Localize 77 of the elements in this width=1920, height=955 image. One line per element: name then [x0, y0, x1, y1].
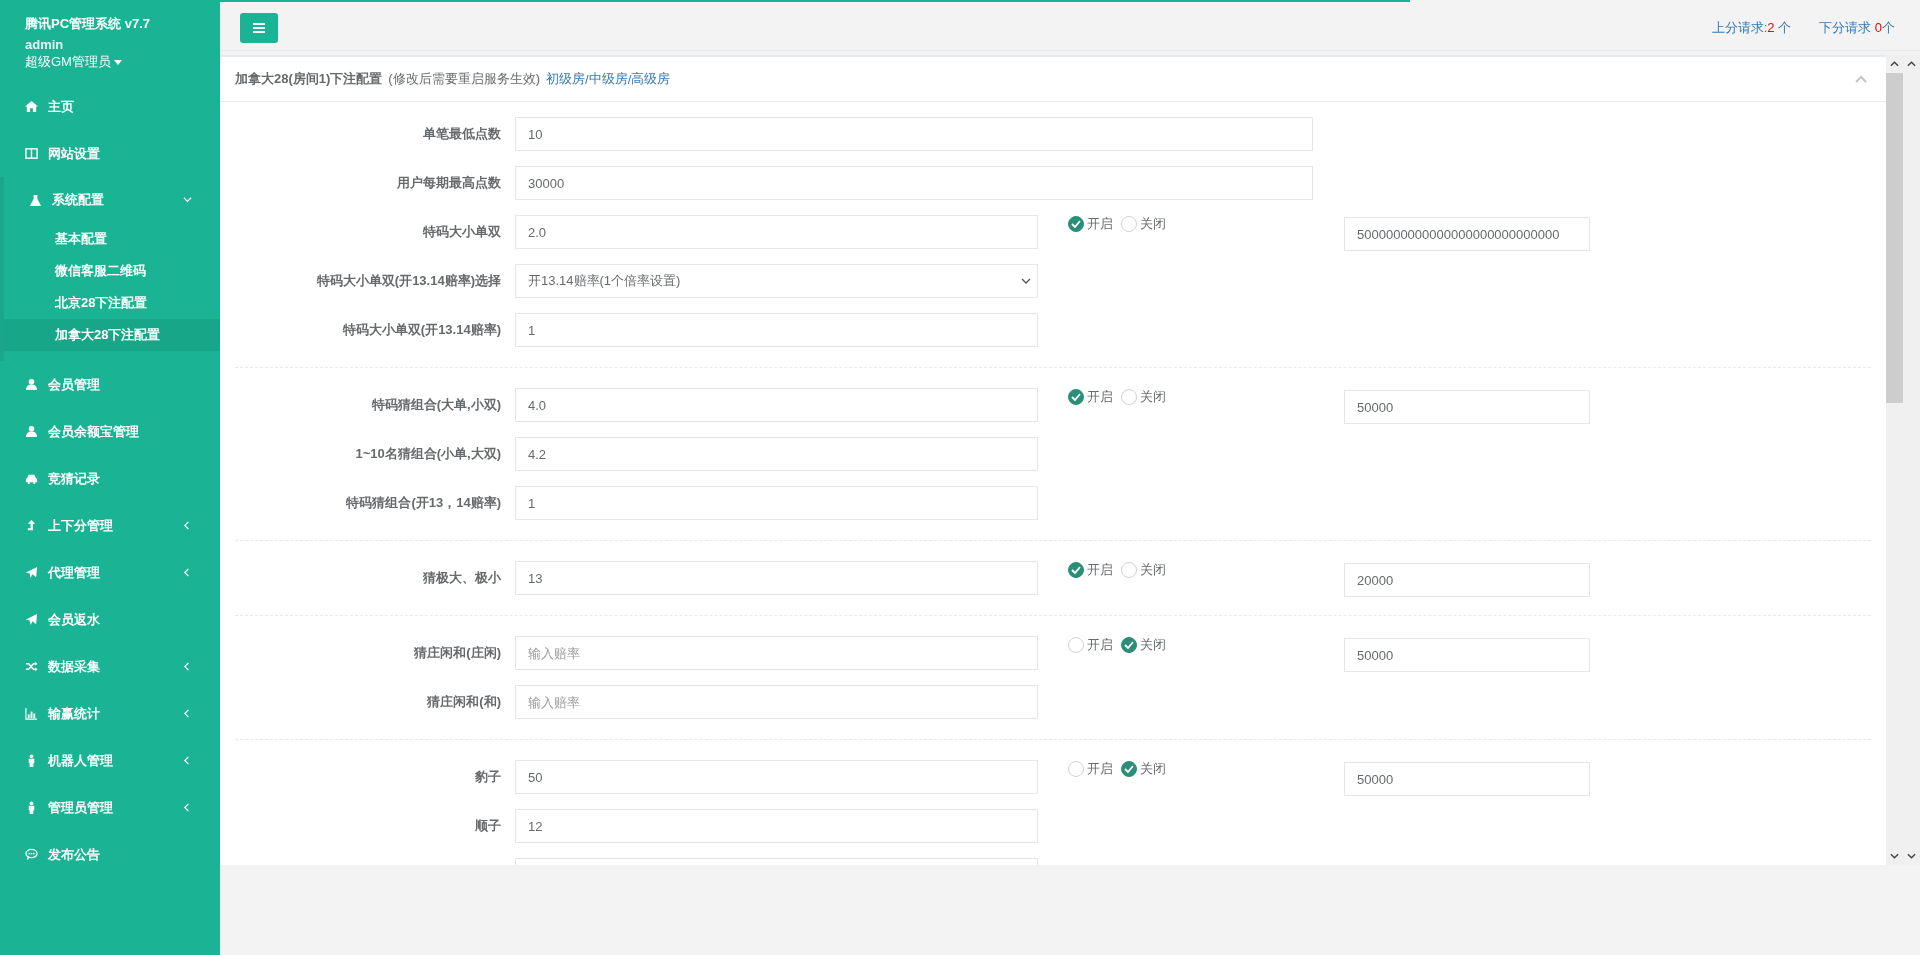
- scrollbar[interactable]: [1903, 55, 1920, 865]
- shuffle-icon: [25, 660, 38, 673]
- link-separator: /: [627, 71, 632, 87]
- input-field[interactable]: 5000000000000000000000000000: [1344, 217, 1590, 251]
- input-field[interactable]: 20000: [1344, 563, 1590, 597]
- home-icon: [25, 100, 38, 113]
- radio-option[interactable]: 开启: [1068, 760, 1113, 778]
- radio-option[interactable]: 关闭: [1121, 636, 1166, 654]
- submenu-item[interactable]: 加拿大28下注配置: [4, 319, 220, 351]
- caret-icon: [113, 59, 122, 65]
- input-field[interactable]: 50000: [1344, 390, 1590, 424]
- input-field[interactable]: 1: [515, 486, 1038, 520]
- user-icon: [25, 425, 38, 438]
- bar-chart-icon: [25, 707, 38, 720]
- flask-icon: [29, 193, 42, 207]
- field-label: 单笔最低点数: [423, 126, 501, 141]
- radio-option[interactable]: 关闭: [1121, 388, 1166, 406]
- field-label: 猜庄闲和(和): [427, 694, 501, 709]
- field-label: 特码猜组合(开13，14赔率): [346, 495, 501, 510]
- field-label: 用户每期最高点数: [397, 175, 501, 190]
- input-field[interactable]: 2.0: [515, 215, 1038, 249]
- request-link[interactable]: 下分请求 0个: [1819, 19, 1895, 37]
- car-icon: [25, 472, 38, 485]
- check-icon: [1124, 765, 1134, 773]
- input-field[interactable]: 10: [515, 117, 1313, 151]
- input-field[interactable]: 输入赔率: [515, 685, 1038, 719]
- input-field[interactable]: 12: [515, 809, 1038, 843]
- brand-title: 腾讯PC管理系统 v7.7: [25, 15, 151, 33]
- input-field[interactable]: 13: [515, 561, 1038, 595]
- radio-option[interactable]: 开启: [1068, 215, 1113, 233]
- check-icon: [1071, 566, 1081, 574]
- radio-option[interactable]: 关闭: [1121, 561, 1166, 579]
- input-field[interactable]: 50000: [1344, 638, 1590, 672]
- panel-title: 加拿大28(房间1)下注配置: [235, 70, 383, 88]
- field-label: 1~10名猜组合(小单,大双): [355, 446, 501, 461]
- select-field[interactable]: 开13.14赔率(1个倍率设置): [515, 264, 1038, 298]
- field-label: 猜极大、极小: [423, 570, 501, 585]
- field-label: 特码大小单双(开13.14赔率)选择: [316, 273, 501, 288]
- field-label: 特码大小单双(开13.14赔率): [342, 322, 501, 337]
- input-field[interactable]: 4.2: [515, 437, 1038, 471]
- columns-icon: [25, 147, 38, 160]
- radio-option[interactable]: 开启: [1068, 388, 1113, 406]
- input-field[interactable]: 30000: [515, 166, 1313, 200]
- check-icon: [1071, 393, 1081, 401]
- room-link[interactable]: 高级房: [631, 70, 671, 88]
- check-icon: [1071, 220, 1081, 228]
- input-field[interactable]: 输入赔率: [515, 636, 1038, 670]
- menu-icon: [253, 23, 265, 33]
- radio-option[interactable]: 关闭: [1121, 215, 1166, 233]
- radio-option[interactable]: 开启: [1068, 636, 1113, 654]
- field-label: 特码猜组合(大单,小双): [371, 397, 501, 412]
- input-field[interactable]: 4.0: [515, 388, 1038, 422]
- check-icon: [1124, 641, 1134, 649]
- field-label: 特码大小单双: [423, 224, 501, 239]
- user-icon: [25, 378, 38, 391]
- field-label: 顺子: [475, 818, 501, 833]
- field-label: 豹子: [475, 769, 501, 784]
- chevron-down-icon: [1021, 278, 1031, 284]
- panel-note: (修改后需要重启服务生效): [388, 70, 541, 88]
- radio-option[interactable]: 关闭: [1121, 760, 1166, 778]
- radio-option[interactable]: 开启: [1068, 561, 1113, 579]
- scrollbar[interactable]: [1886, 55, 1903, 865]
- speech-bubble-icon: [25, 848, 38, 861]
- menu-button[interactable]: [240, 13, 278, 43]
- paper-plane-icon: [25, 613, 38, 626]
- user-name: admin: [25, 37, 65, 53]
- link-separator: /: [585, 71, 589, 87]
- request-link[interactable]: 上分请求:2 个: [1711, 19, 1792, 37]
- chevron-up-icon: [1855, 75, 1867, 83]
- arrow-up-icon: [25, 519, 38, 532]
- room-link[interactable]: 初级房: [546, 70, 586, 88]
- input-field[interactable]: 50000: [1344, 762, 1590, 796]
- input-field[interactable]: 1: [515, 313, 1038, 347]
- paper-plane-icon: [25, 566, 38, 579]
- input-field[interactable]: 50: [515, 760, 1038, 794]
- room-link[interactable]: 中级房: [588, 70, 628, 88]
- field-label: 猜庄闲和(庄闲): [414, 645, 501, 660]
